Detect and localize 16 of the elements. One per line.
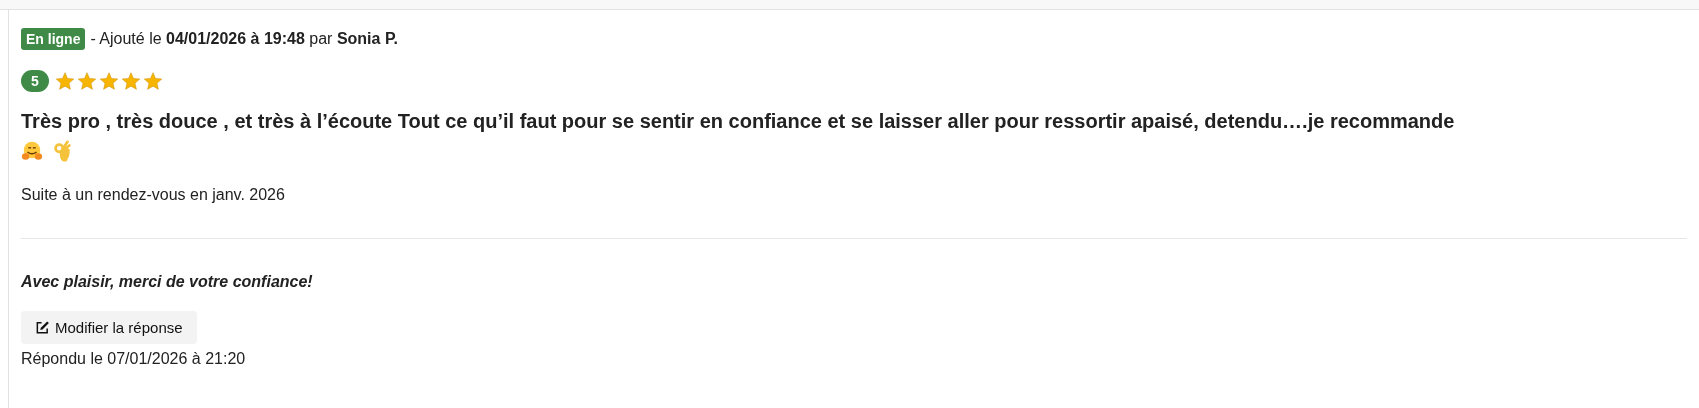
edit-reply-button[interactable]: Modifier la réponse — [21, 311, 197, 344]
hugging-face-icon — [21, 140, 43, 162]
star-icon — [98, 71, 119, 91]
review-text: Très pro , très douce , et très à l’écoute Tout ce qu’il faut pour se sentir en confiance et se laisser aller pour ressortir apaisé, detendu….je recommande — [21, 109, 1456, 134]
star-icon — [142, 71, 163, 91]
review-meta: - Ajouté le 04/01/2026 à 19:48 par Sonia P. — [90, 30, 398, 48]
edit-icon — [35, 320, 50, 335]
star-icon — [54, 71, 75, 91]
rating-badge: 5 — [21, 70, 49, 92]
appointment-note: Suite à un rendez-vous en janv. 2026 — [21, 186, 286, 204]
star-icon — [120, 71, 141, 91]
ok-hand-icon — [51, 140, 73, 162]
reply-text: Avec plaisir, merci de votre confiance! — [21, 273, 314, 291]
reply-date: Répondu le 07/01/2026 à 21:20 — [21, 350, 247, 368]
star-icon — [76, 71, 97, 91]
status-badge: En ligne — [21, 28, 86, 50]
